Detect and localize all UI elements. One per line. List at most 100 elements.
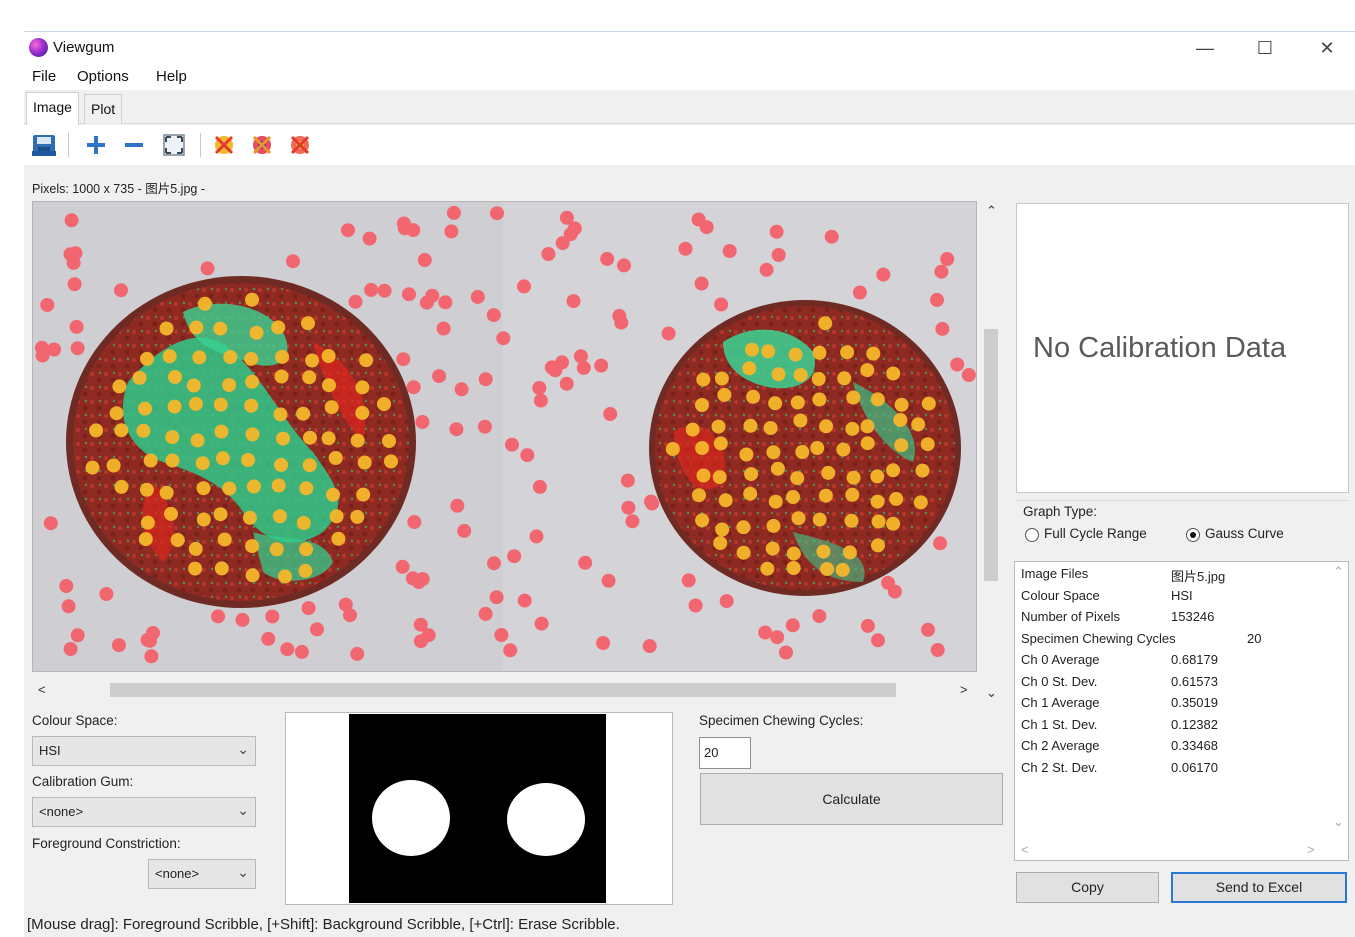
gauss-curve-radio[interactable]: [1186, 528, 1200, 542]
stats-value: 20: [1247, 630, 1262, 646]
vertical-scroll-thumb[interactable]: [984, 329, 998, 581]
foreground-scribble-marker: [245, 568, 260, 583]
foreground-scribble-marker: [159, 321, 174, 336]
scroll-right-arrow[interactable]: >: [960, 682, 968, 697]
background-scribble-marker: [812, 609, 827, 624]
foreground-scribble-marker: [818, 488, 833, 503]
copy-button[interactable]: Copy: [1016, 872, 1159, 903]
stats-key: Specimen Chewing Cycles: [1021, 630, 1176, 646]
background-scribble-marker: [507, 549, 522, 564]
zoom-in-icon[interactable]: [82, 131, 110, 159]
colour-space-value: HSI: [39, 743, 61, 758]
background-scribble-marker: [362, 231, 377, 246]
stats-vertical-scrollbar[interactable]: ⌃ ⌄: [1328, 562, 1348, 842]
maximize-button[interactable]: ☐: [1242, 32, 1288, 64]
background-scribble-marker: [603, 407, 618, 421]
foreground-scribble-marker: [197, 296, 212, 311]
foreground-scribble-marker: [845, 487, 860, 502]
foreground-scribble-marker: [321, 349, 336, 363]
foreground-scribble-marker: [886, 463, 901, 478]
scroll-down-arrow[interactable]: ⌄: [986, 685, 997, 701]
foreground-scribble-marker: [114, 479, 129, 494]
menu-file[interactable]: File: [32, 68, 56, 85]
foreground-scribble-marker: [245, 374, 260, 389]
stats-value: 0.35019: [1171, 695, 1218, 710]
specimen-image[interactable]: [33, 202, 977, 672]
full-cycle-range-radio[interactable]: [1025, 528, 1039, 542]
scroll-up-arrow[interactable]: ⌃: [1333, 564, 1344, 580]
stats-value: 0.06170: [1171, 759, 1218, 775]
foreground-scribble-marker: [811, 372, 826, 386]
minimize-button[interactable]: —: [1182, 32, 1228, 64]
background-scribble-marker: [454, 382, 469, 397]
horizontal-scroll-thumb[interactable]: [110, 683, 896, 697]
scroll-up-arrow[interactable]: ⌃: [986, 203, 997, 219]
background-scribble-marker: [69, 319, 84, 334]
foreground-scribble-marker: [138, 532, 153, 547]
send-to-excel-button[interactable]: Send to Excel: [1171, 872, 1347, 903]
menu-options[interactable]: Options: [77, 68, 129, 85]
foreground-scribble-marker: [860, 363, 875, 378]
foreground-scribble-marker: [818, 316, 833, 331]
background-scribble-marker: [681, 573, 696, 588]
background-scribble-marker: [779, 645, 793, 660]
image-vertical-scrollbar[interactable]: ⌃ ⌄: [978, 201, 1004, 705]
foreground-scribble-marker: [845, 421, 860, 436]
background-scribble-marker: [261, 631, 276, 646]
foreground-constriction-select[interactable]: <none> ⌄: [148, 859, 256, 889]
menu-help[interactable]: Help: [156, 68, 187, 85]
foreground-scribble-marker: [271, 478, 286, 493]
background-scribble-marker: [642, 639, 657, 654]
background-scribble-marker: [722, 244, 737, 258]
background-scribble-marker: [143, 633, 157, 648]
full-cycle-range-label[interactable]: Full Cycle Range: [1044, 526, 1147, 541]
stats-key: Ch 1 St. Dev.: [1021, 716, 1098, 732]
close-button[interactable]: ✕: [1304, 32, 1350, 64]
gauss-curve-label[interactable]: Gauss Curve: [1205, 526, 1284, 541]
background-scribble-marker: [477, 419, 492, 434]
specimen-chewing-cycles-input[interactable]: 20: [699, 737, 751, 769]
image-canvas[interactable]: [32, 201, 977, 672]
background-scribble-marker: [933, 536, 948, 551]
foreground-scribble-marker: [355, 380, 370, 395]
background-scribble-marker: [871, 633, 885, 648]
background-scribble-marker: [541, 247, 556, 261]
fit-to-window-icon[interactable]: [160, 131, 188, 159]
foreground-scribble-marker: [188, 541, 203, 556]
stats-horizontal-scrollbar[interactable]: < >: [1015, 840, 1348, 860]
calibration-gum-select[interactable]: <none> ⌄: [32, 797, 256, 827]
background-scribble-marker: [310, 622, 324, 637]
calculate-button[interactable]: Calculate: [700, 773, 1003, 825]
foreground-scribble-marker: [162, 349, 177, 364]
foreground-scribble-marker: [788, 347, 803, 362]
image-horizontal-scrollbar[interactable]: < >: [32, 680, 978, 700]
foreground-scribble-marker: [109, 406, 124, 421]
colour-space-select[interactable]: HSI ⌄: [32, 736, 256, 766]
scroll-left-arrow[interactable]: <: [38, 682, 46, 697]
stats-key: Ch 2 Average: [1021, 738, 1100, 753]
tab-strip: Image Plot: [24, 90, 1355, 125]
clear-all-scribble-icon[interactable]: [286, 131, 314, 159]
background-scribble-marker: [921, 622, 935, 637]
foreground-scribble-marker: [793, 413, 808, 428]
background-scribble-marker: [860, 618, 875, 633]
clear-foreground-scribble-icon[interactable]: [210, 131, 238, 159]
foreground-scribble-marker: [866, 346, 881, 361]
background-scribble-marker: [200, 261, 215, 276]
zoom-out-icon[interactable]: [120, 131, 148, 159]
foreground-scribble-marker: [713, 536, 728, 551]
stats-key: Ch 0 St. Dev.: [1021, 673, 1098, 689]
foreground-scribble-marker: [159, 485, 174, 500]
scroll-left-arrow[interactable]: <: [1021, 842, 1029, 857]
scroll-right-arrow[interactable]: >: [1307, 842, 1315, 857]
background-scribble-marker: [934, 264, 949, 279]
scroll-down-arrow[interactable]: ⌄: [1333, 814, 1344, 830]
clear-background-scribble-icon[interactable]: [248, 131, 276, 159]
foreground-scribble-marker: [791, 511, 806, 526]
background-scribble-marker: [63, 247, 78, 262]
tab-image[interactable]: Image: [26, 92, 79, 125]
save-icon[interactable]: [30, 131, 58, 159]
background-scribble-marker: [413, 634, 428, 649]
tab-plot[interactable]: Plot: [84, 94, 123, 124]
foreground-scribble-marker: [188, 561, 203, 576]
